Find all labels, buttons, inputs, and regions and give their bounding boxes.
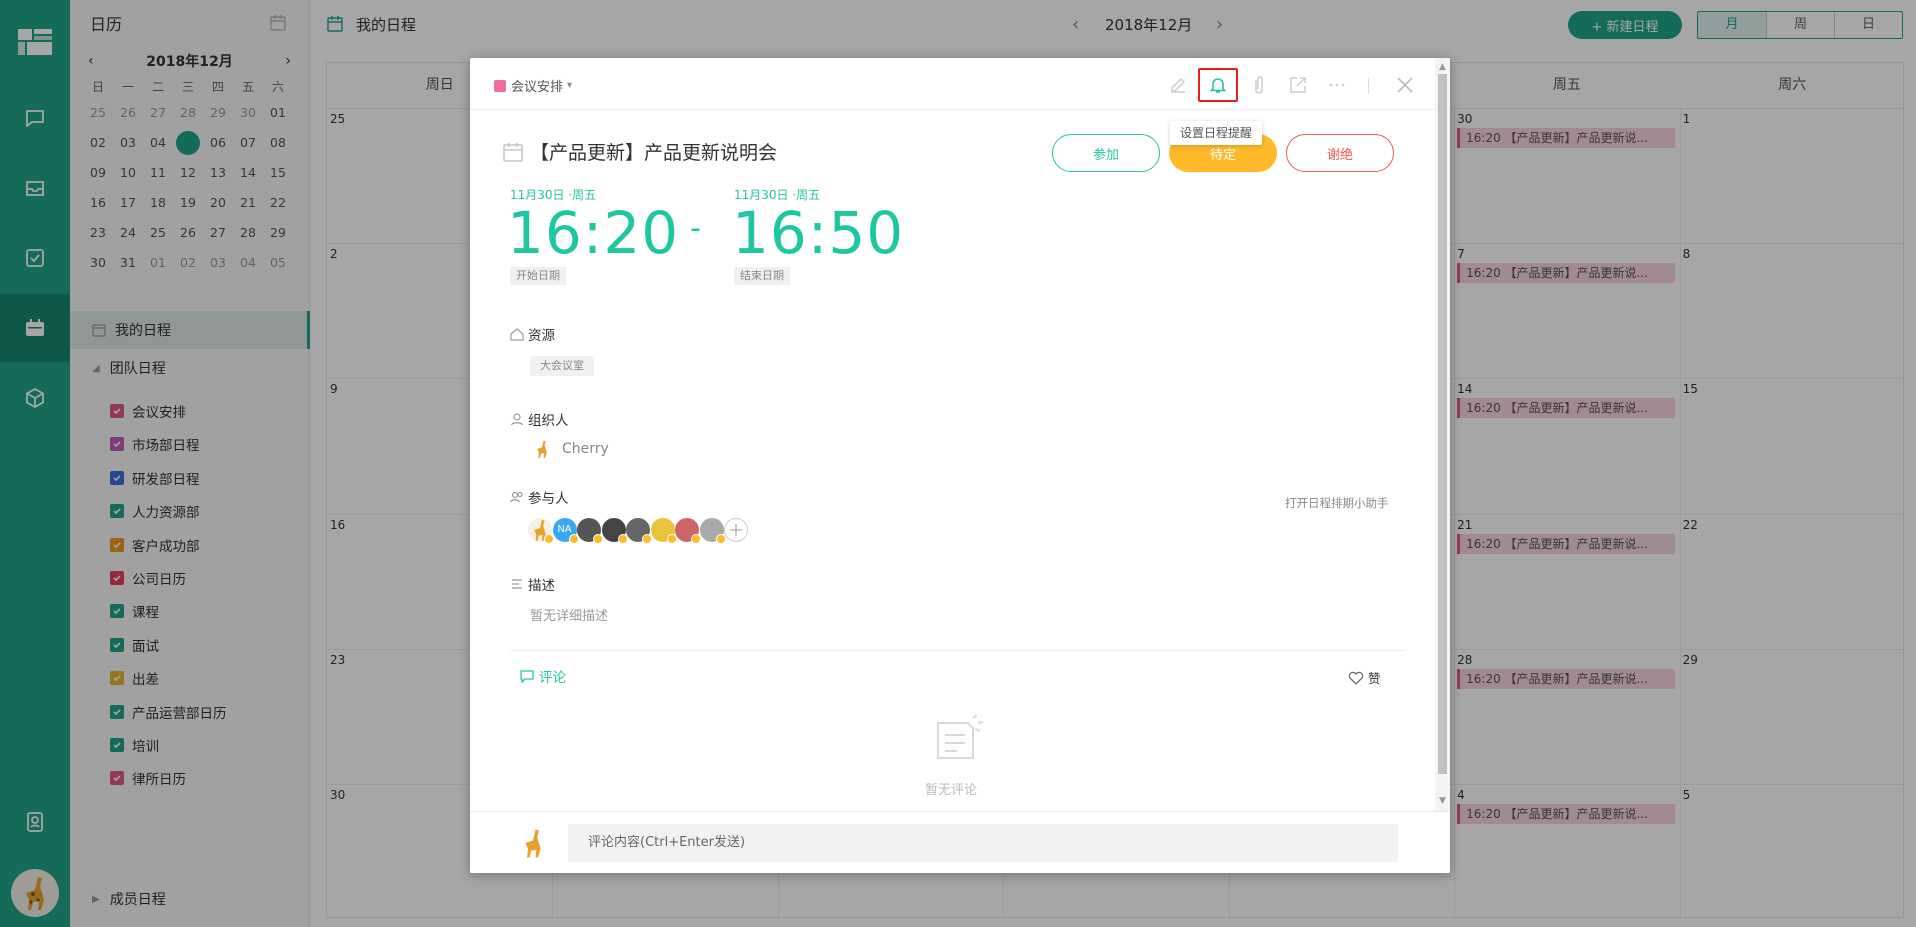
home-icon	[510, 328, 524, 341]
edit-icon[interactable]	[1167, 74, 1189, 96]
event-calendar-icon	[503, 142, 523, 162]
app-root: 日历 ‹ 2018年12月 › 日一二三四五六 25 26 27 28 29 30 01 02 0…	[0, 0, 1916, 927]
schedule-assistant-link[interactable]: 打开日程排期小助手	[1285, 495, 1389, 511]
bell-reminder-icon[interactable]	[1198, 68, 1238, 102]
event-title: 【产品更新】产品更新说明会	[530, 142, 778, 164]
close-icon[interactable]	[1394, 74, 1416, 96]
participant-avatar[interactable]	[601, 518, 628, 544]
modal-scrollbar[interactable]: ▲ ▼	[1435, 58, 1450, 811]
event-title-row: 【产品更新】产品更新说明会	[502, 138, 777, 165]
more-icon[interactable]	[1326, 74, 1348, 96]
like-button[interactable]: 赞	[1348, 668, 1381, 687]
end-time[interactable]: 16:50	[732, 199, 904, 267]
status-badge-icon	[593, 534, 603, 544]
participant-avatar[interactable]	[675, 518, 701, 544]
description-label: 描述	[528, 578, 555, 594]
status-badge-icon	[691, 534, 701, 544]
participants-label: 参与人	[528, 491, 569, 507]
organizer-label-row: 组织人	[510, 409, 569, 429]
participant-avatar[interactable]	[626, 518, 652, 544]
resource-label: 资源	[528, 328, 555, 344]
organizer-label: 组织人	[528, 413, 569, 429]
event-detail-modal: 会议安排 ▾ 设置日程提醒 【产品更新】产品更新说明会 参加 待定 谢绝 11月…	[470, 58, 1450, 873]
share-icon[interactable]	[1287, 74, 1309, 96]
participant-avatar[interactable]: NA	[552, 518, 579, 544]
start-time[interactable]: 16:20	[507, 199, 679, 267]
participant-avatar[interactable]	[528, 518, 554, 544]
calendar-color-swatch	[494, 79, 506, 92]
status-badge-icon	[617, 534, 628, 544]
participant-avatar[interactable]	[650, 518, 677, 544]
lines-icon	[512, 579, 522, 589]
like-label: 赞	[1368, 671, 1381, 686]
comment-icon	[520, 670, 534, 683]
comment-footer: 评论内容(Ctrl+Enter发送)	[470, 811, 1450, 873]
comment-tab[interactable]: 评论	[520, 666, 566, 686]
reminder-tooltip: 设置日程提醒	[1170, 121, 1263, 145]
comment-divider	[510, 650, 1405, 651]
description-label-row: 描述	[510, 574, 555, 594]
attachment-icon[interactable]	[1248, 74, 1270, 96]
participants-label-row: 参与人	[510, 487, 569, 507]
chevron-down-icon: ▾	[567, 80, 573, 91]
comment-input[interactable]: 评论内容(Ctrl+Enter发送)	[568, 824, 1398, 862]
status-badge-icon	[568, 534, 579, 544]
status-badge-icon	[715, 534, 726, 544]
calendar-selector[interactable]: 会议安排 ▾	[494, 76, 572, 95]
organizer[interactable]: Cherry	[532, 439, 609, 459]
my-avatar	[518, 827, 548, 859]
users-icon	[510, 491, 523, 503]
empty-comment-icon	[928, 713, 988, 769]
status-badge-icon	[666, 534, 677, 544]
scroll-thumb[interactable]	[1438, 74, 1447, 774]
participant-avatar[interactable]	[699, 518, 726, 544]
calendar-name: 会议安排	[511, 80, 564, 95]
description-text: 暂无详细描述	[530, 609, 609, 624]
toolbar-divider	[1368, 78, 1369, 94]
modal-toolbar: 会议安排 ▾	[470, 58, 1435, 110]
no-comment-text: 暂无评论	[925, 783, 978, 798]
organizer-name: Cherry	[562, 441, 609, 457]
heart-icon	[1348, 671, 1364, 685]
comment-tab-label: 评论	[539, 670, 566, 686]
resource-label-row: 资源	[510, 324, 555, 344]
participant-avatar[interactable]	[577, 518, 603, 544]
decline-button[interactable]: 谢绝	[1286, 134, 1394, 172]
resource-tag: 大会议室	[530, 356, 594, 376]
join-button[interactable]: 参加	[1052, 134, 1160, 172]
end-date-label: 结束日期	[734, 267, 790, 285]
add-participant-icon[interactable]	[724, 518, 748, 542]
status-badge-icon	[642, 534, 652, 544]
start-date-label: 开始日期	[510, 267, 566, 285]
time-dash: -	[690, 211, 701, 246]
user-icon	[510, 413, 524, 426]
giraffe-avatar-icon	[537, 440, 547, 458]
